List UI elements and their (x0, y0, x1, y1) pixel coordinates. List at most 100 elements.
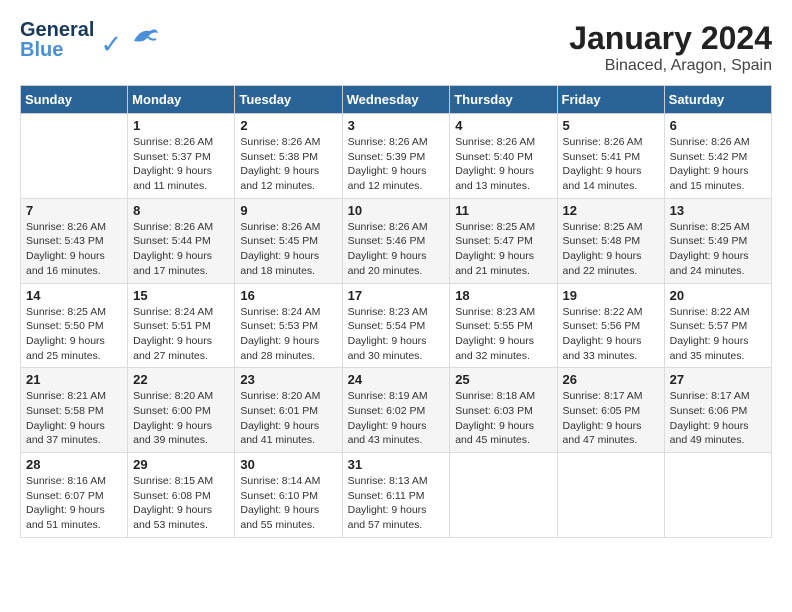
calendar-cell: 10 Sunrise: 8:26 AM Sunset: 5:46 PM Dayl… (342, 198, 450, 283)
sunset-text: Sunset: 5:45 PM (240, 234, 336, 249)
calendar-cell (557, 453, 664, 538)
sunset-text: Sunset: 5:42 PM (670, 150, 766, 165)
sunset-text: Sunset: 6:00 PM (133, 404, 229, 419)
sunset-text: Sunset: 5:56 PM (563, 319, 659, 334)
day-number: 12 (563, 203, 659, 218)
sunrise-text: Sunrise: 8:25 AM (563, 220, 659, 235)
daylight-text: Daylight: 9 hours and 20 minutes. (348, 249, 445, 278)
sunrise-text: Sunrise: 8:26 AM (240, 135, 336, 150)
day-info: Sunrise: 8:21 AM Sunset: 5:58 PM Dayligh… (26, 389, 122, 448)
bird-svg (130, 21, 162, 53)
sunrise-text: Sunrise: 8:26 AM (348, 135, 445, 150)
daylight-text: Daylight: 9 hours and 49 minutes. (670, 419, 766, 448)
calendar-week-row: 7 Sunrise: 8:26 AM Sunset: 5:43 PM Dayli… (21, 198, 772, 283)
day-number: 9 (240, 203, 336, 218)
day-number: 23 (240, 372, 336, 387)
sunrise-text: Sunrise: 8:25 AM (26, 305, 122, 320)
daylight-text: Daylight: 9 hours and 32 minutes. (455, 334, 551, 363)
day-info: Sunrise: 8:26 AM Sunset: 5:43 PM Dayligh… (26, 220, 122, 279)
day-info: Sunrise: 8:26 AM Sunset: 5:44 PM Dayligh… (133, 220, 229, 279)
daylight-text: Daylight: 9 hours and 57 minutes. (348, 503, 445, 532)
day-number: 1 (133, 118, 229, 133)
day-number: 19 (563, 288, 659, 303)
daylight-text: Daylight: 9 hours and 18 minutes. (240, 249, 336, 278)
daylight-text: Daylight: 9 hours and 43 minutes. (348, 419, 445, 448)
day-info: Sunrise: 8:16 AM Sunset: 6:07 PM Dayligh… (26, 474, 122, 533)
daylight-text: Daylight: 9 hours and 55 minutes. (240, 503, 336, 532)
sunrise-text: Sunrise: 8:15 AM (133, 474, 229, 489)
sunset-text: Sunset: 5:57 PM (670, 319, 766, 334)
sunrise-text: Sunrise: 8:25 AM (455, 220, 551, 235)
calendar-cell: 26 Sunrise: 8:17 AM Sunset: 6:05 PM Dayl… (557, 368, 664, 453)
sunset-text: Sunset: 6:05 PM (563, 404, 659, 419)
sunset-text: Sunset: 6:08 PM (133, 489, 229, 504)
daylight-text: Daylight: 9 hours and 37 minutes. (26, 419, 122, 448)
calendar-cell: 28 Sunrise: 8:16 AM Sunset: 6:07 PM Dayl… (21, 453, 128, 538)
calendar-cell: 22 Sunrise: 8:20 AM Sunset: 6:00 PM Dayl… (128, 368, 235, 453)
calendar-header-row: SundayMondayTuesdayWednesdayThursdayFrid… (21, 86, 772, 114)
day-number: 14 (26, 288, 122, 303)
title-block: January 2024 Binaced, Aragon, Spain (569, 20, 772, 75)
day-info: Sunrise: 8:22 AM Sunset: 5:57 PM Dayligh… (670, 305, 766, 364)
column-header-friday: Friday (557, 86, 664, 114)
day-number: 15 (133, 288, 229, 303)
day-number: 29 (133, 457, 229, 472)
day-info: Sunrise: 8:25 AM Sunset: 5:50 PM Dayligh… (26, 305, 122, 364)
sunrise-text: Sunrise: 8:26 AM (670, 135, 766, 150)
calendar-week-row: 14 Sunrise: 8:25 AM Sunset: 5:50 PM Dayl… (21, 283, 772, 368)
page-subtitle: Binaced, Aragon, Spain (569, 57, 772, 75)
day-info: Sunrise: 8:24 AM Sunset: 5:53 PM Dayligh… (240, 305, 336, 364)
calendar-cell: 19 Sunrise: 8:22 AM Sunset: 5:56 PM Dayl… (557, 283, 664, 368)
daylight-text: Daylight: 9 hours and 13 minutes. (455, 164, 551, 193)
daylight-text: Daylight: 9 hours and 30 minutes. (348, 334, 445, 363)
daylight-text: Daylight: 9 hours and 41 minutes. (240, 419, 336, 448)
day-number: 26 (563, 372, 659, 387)
day-number: 27 (670, 372, 766, 387)
sunrise-text: Sunrise: 8:22 AM (670, 305, 766, 320)
day-info: Sunrise: 8:18 AM Sunset: 6:03 PM Dayligh… (455, 389, 551, 448)
sunset-text: Sunset: 5:50 PM (26, 319, 122, 334)
daylight-text: Daylight: 9 hours and 33 minutes. (563, 334, 659, 363)
daylight-text: Daylight: 9 hours and 14 minutes. (563, 164, 659, 193)
calendar-cell: 4 Sunrise: 8:26 AM Sunset: 5:40 PM Dayli… (450, 114, 557, 199)
calendar-cell: 2 Sunrise: 8:26 AM Sunset: 5:38 PM Dayli… (235, 114, 342, 199)
calendar-cell: 1 Sunrise: 8:26 AM Sunset: 5:37 PM Dayli… (128, 114, 235, 199)
sunset-text: Sunset: 5:40 PM (455, 150, 551, 165)
daylight-text: Daylight: 9 hours and 45 minutes. (455, 419, 551, 448)
logo-text-general: General (20, 20, 94, 40)
daylight-text: Daylight: 9 hours and 11 minutes. (133, 164, 229, 193)
day-info: Sunrise: 8:14 AM Sunset: 6:10 PM Dayligh… (240, 474, 336, 533)
page-title: January 2024 (569, 20, 772, 57)
calendar-cell: 20 Sunrise: 8:22 AM Sunset: 5:57 PM Dayl… (664, 283, 771, 368)
sunrise-text: Sunrise: 8:24 AM (240, 305, 336, 320)
day-number: 28 (26, 457, 122, 472)
day-number: 30 (240, 457, 336, 472)
sunset-text: Sunset: 6:06 PM (670, 404, 766, 419)
calendar-cell: 23 Sunrise: 8:20 AM Sunset: 6:01 PM Dayl… (235, 368, 342, 453)
calendar-week-row: 1 Sunrise: 8:26 AM Sunset: 5:37 PM Dayli… (21, 114, 772, 199)
calendar-cell: 16 Sunrise: 8:24 AM Sunset: 5:53 PM Dayl… (235, 283, 342, 368)
calendar-cell: 11 Sunrise: 8:25 AM Sunset: 5:47 PM Dayl… (450, 198, 557, 283)
day-info: Sunrise: 8:26 AM Sunset: 5:42 PM Dayligh… (670, 135, 766, 194)
daylight-text: Daylight: 9 hours and 28 minutes. (240, 334, 336, 363)
calendar-cell: 29 Sunrise: 8:15 AM Sunset: 6:08 PM Dayl… (128, 453, 235, 538)
sunrise-text: Sunrise: 8:22 AM (563, 305, 659, 320)
daylight-text: Daylight: 9 hours and 22 minutes. (563, 249, 659, 278)
day-info: Sunrise: 8:25 AM Sunset: 5:48 PM Dayligh… (563, 220, 659, 279)
sunrise-text: Sunrise: 8:26 AM (348, 220, 445, 235)
day-info: Sunrise: 8:26 AM Sunset: 5:38 PM Dayligh… (240, 135, 336, 194)
day-info: Sunrise: 8:25 AM Sunset: 5:47 PM Dayligh… (455, 220, 551, 279)
sunset-text: Sunset: 6:07 PM (26, 489, 122, 504)
sunset-text: Sunset: 5:43 PM (26, 234, 122, 249)
calendar-cell: 15 Sunrise: 8:24 AM Sunset: 5:51 PM Dayl… (128, 283, 235, 368)
sunrise-text: Sunrise: 8:24 AM (133, 305, 229, 320)
logo-bird-icon: ✓ (100, 21, 161, 60)
day-number: 2 (240, 118, 336, 133)
sunrise-text: Sunrise: 8:26 AM (563, 135, 659, 150)
sunrise-text: Sunrise: 8:25 AM (670, 220, 766, 235)
column-header-sunday: Sunday (21, 86, 128, 114)
daylight-text: Daylight: 9 hours and 24 minutes. (670, 249, 766, 278)
day-info: Sunrise: 8:26 AM Sunset: 5:39 PM Dayligh… (348, 135, 445, 194)
calendar-cell: 27 Sunrise: 8:17 AM Sunset: 6:06 PM Dayl… (664, 368, 771, 453)
day-number: 20 (670, 288, 766, 303)
